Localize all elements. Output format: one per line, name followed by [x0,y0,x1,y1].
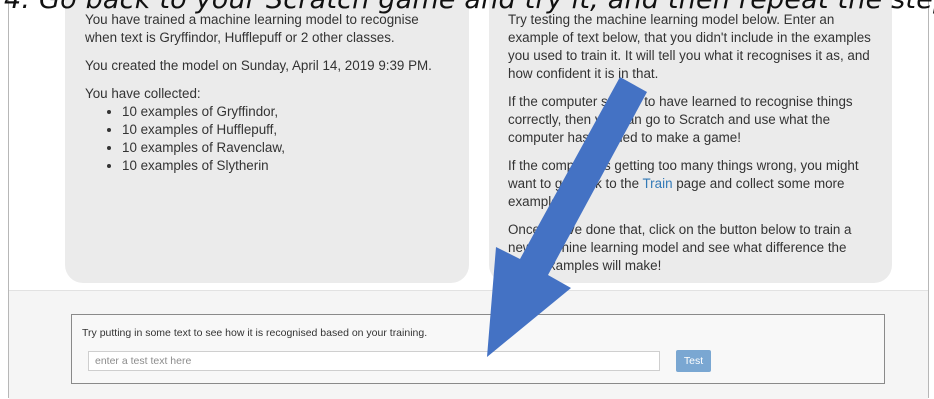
instruction-test: Try testing the machine learning model b… [508,12,871,81]
list-item: 10 examples of Gryffindor, [122,103,449,121]
collected-heading: You have collected: [85,86,201,101]
instructions-panel: Try testing the machine learning model b… [489,0,892,283]
test-panel: Try putting in some text to see how it i… [71,314,885,384]
list-item: 10 examples of Ravenclaw, [122,139,449,157]
test-label: Try putting in some text to see how it i… [82,327,428,339]
test-button[interactable]: Test [676,350,711,372]
model-info-panel: You have trained a machine learning mode… [65,0,469,283]
list-item: 10 examples of Slytherin [122,157,449,175]
instruction-scratch: If the computer seems to have learned to… [508,94,853,145]
model-created-date: You created the model on Sunday, April 1… [85,58,432,73]
list-item: 10 examples of Hufflepuff, [122,121,449,139]
examples-list: 10 examples of Gryffindor, 10 examples o… [85,103,449,175]
instruction-train: If the computer is getting too many thin… [508,157,872,211]
instruction-retrain: Once you've done that, click on the butt… [508,222,852,273]
test-text-input[interactable] [88,351,660,371]
train-link[interactable]: Train [643,176,673,191]
overlay-caption: 4. Go back to your Scratch game and try … [0,0,934,18]
